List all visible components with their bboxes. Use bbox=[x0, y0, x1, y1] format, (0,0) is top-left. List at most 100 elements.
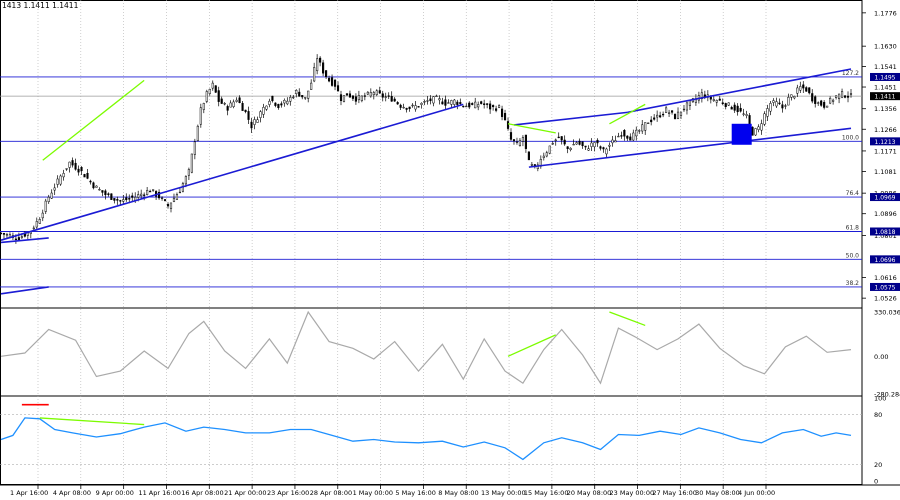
candle-body bbox=[542, 155, 545, 159]
candle-body bbox=[116, 199, 119, 201]
candle-body bbox=[775, 101, 778, 107]
candle-body bbox=[450, 100, 453, 105]
forex-candlestick-chart[interactable]: 127.2100.076.461.850.038.2 1.17761.16301… bbox=[0, 0, 900, 500]
candle-body bbox=[662, 113, 665, 116]
time-axis-label: 13 May 00:00 bbox=[481, 489, 526, 497]
time-axis-label: 5 May 16:00 bbox=[395, 489, 435, 497]
candle-body bbox=[489, 103, 492, 110]
candle-body bbox=[274, 102, 277, 106]
candle-body bbox=[826, 105, 829, 108]
trend-line bbox=[528, 127, 852, 168]
candle-body bbox=[226, 106, 229, 111]
candle-body bbox=[68, 161, 71, 168]
candle-body bbox=[641, 124, 644, 132]
candle-body bbox=[724, 103, 727, 107]
candle-body bbox=[474, 101, 477, 109]
candle-body bbox=[557, 136, 560, 139]
candle-body bbox=[396, 102, 399, 105]
candle-body bbox=[77, 168, 80, 173]
candle-body bbox=[763, 113, 766, 125]
candle-body bbox=[754, 128, 757, 136]
candle-body bbox=[199, 107, 202, 125]
candle-body bbox=[638, 130, 641, 132]
price-tick-label: 1.0616 bbox=[874, 274, 897, 282]
price-tick-label: 1.1630 bbox=[874, 43, 897, 51]
candle-body bbox=[823, 102, 826, 108]
price-tick-label: 1.0526 bbox=[874, 295, 897, 303]
candle-body bbox=[166, 204, 170, 207]
candle-body bbox=[211, 82, 214, 89]
candle-body bbox=[548, 145, 551, 154]
candle-body bbox=[444, 99, 447, 106]
signal-marker-box bbox=[731, 123, 752, 145]
candle-body bbox=[363, 95, 366, 97]
candle-body bbox=[325, 70, 328, 77]
chart-frame bbox=[0, 0, 863, 485]
price-label-text: 1.0969 bbox=[875, 195, 896, 202]
candle-body bbox=[122, 199, 125, 202]
candle-body bbox=[390, 96, 393, 102]
time-axis-label: 9 Apr 00:00 bbox=[96, 489, 134, 497]
price-tick-label: 1.0896 bbox=[874, 210, 897, 218]
time-axis-label: 15 May 16:00 bbox=[524, 489, 569, 497]
candle-body bbox=[402, 106, 405, 109]
candle-body bbox=[515, 141, 519, 143]
candle-body bbox=[670, 110, 674, 113]
candle-body bbox=[214, 85, 217, 93]
candle-body bbox=[14, 238, 17, 240]
cci-axis-label: 330.0361 bbox=[874, 309, 900, 317]
cci-divergence-line bbox=[609, 311, 646, 327]
candle-body bbox=[202, 103, 205, 110]
candle-body bbox=[125, 197, 128, 201]
divergence-line bbox=[507, 123, 556, 134]
candle-body bbox=[599, 146, 602, 149]
candle-body bbox=[605, 148, 608, 155]
candle-body bbox=[751, 126, 754, 136]
candle-body bbox=[354, 96, 357, 102]
candle-body bbox=[268, 100, 271, 105]
candle-body bbox=[163, 199, 167, 201]
fibonacci-level-label: 61.8 bbox=[846, 225, 860, 232]
candle-body bbox=[593, 142, 596, 148]
candle-body bbox=[62, 173, 65, 178]
candle-body bbox=[238, 97, 241, 103]
candle-body bbox=[596, 139, 599, 144]
candle-body bbox=[5, 234, 9, 236]
candle-body bbox=[679, 111, 683, 116]
candle-body bbox=[814, 96, 817, 104]
time-axis-label: 11 Apr 16:00 bbox=[138, 489, 180, 497]
candle-body bbox=[656, 114, 659, 118]
candle-body bbox=[205, 91, 208, 102]
candle-body bbox=[80, 167, 83, 172]
time-axis-label: 1 Apr 16:00 bbox=[10, 489, 48, 497]
rsi-divergence-line bbox=[39, 417, 145, 426]
candle-body bbox=[95, 185, 98, 188]
candle-body bbox=[295, 89, 298, 95]
candle-body bbox=[411, 104, 414, 107]
candle-body bbox=[608, 144, 611, 147]
candle-body bbox=[584, 145, 587, 148]
candle-body bbox=[778, 102, 781, 105]
candle-body bbox=[629, 136, 632, 141]
candle-body bbox=[140, 193, 143, 197]
candle-body bbox=[715, 100, 718, 103]
candle-body bbox=[47, 196, 50, 202]
candle-body bbox=[781, 104, 784, 109]
candle-body bbox=[685, 102, 689, 111]
candle-body bbox=[581, 141, 584, 147]
candle-body bbox=[220, 98, 223, 104]
candle-body bbox=[432, 96, 435, 104]
candle-body bbox=[20, 236, 23, 238]
candle-body bbox=[745, 114, 748, 116]
candle-body bbox=[348, 93, 352, 98]
cci-divergence-line bbox=[507, 334, 557, 357]
time-axis-label: 28 Apr 08:00 bbox=[310, 489, 352, 497]
candle-body bbox=[113, 198, 116, 201]
cci-pane bbox=[0, 310, 852, 385]
candle-body bbox=[623, 130, 626, 137]
candle-body bbox=[727, 102, 730, 106]
candle-body bbox=[509, 132, 513, 140]
candle-body bbox=[512, 139, 516, 142]
candle-body bbox=[83, 174, 86, 178]
price-tick-label: 1.1541 bbox=[874, 63, 897, 71]
